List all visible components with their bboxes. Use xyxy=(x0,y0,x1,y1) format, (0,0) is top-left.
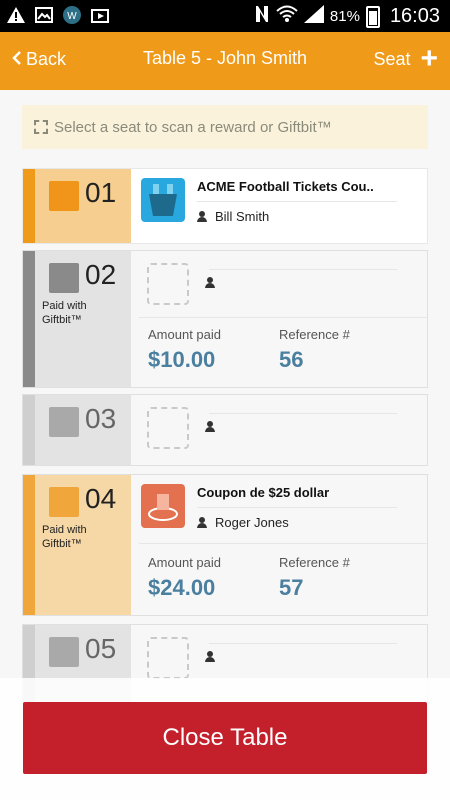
person-icon xyxy=(197,211,207,222)
paid-with-giftbit: Paid with Giftbit™ xyxy=(42,300,87,326)
amount-paid-label: Amount paid xyxy=(148,555,221,570)
scan-icon xyxy=(34,120,48,134)
user-name: Roger Jones xyxy=(215,515,289,530)
status-bar: W 81% 16:03 xyxy=(0,0,450,32)
wifi-icon xyxy=(276,5,298,28)
person-icon xyxy=(197,517,207,528)
seat-status-square xyxy=(49,407,79,437)
app-header: Back Table 5 - John Smith Seat + xyxy=(0,32,450,90)
seat-user xyxy=(205,421,215,432)
add-seat-button[interactable]: Seat + xyxy=(373,44,438,74)
person-icon xyxy=(205,277,215,288)
svg-text:W: W xyxy=(67,11,77,22)
amount-paid-label: Amount paid xyxy=(148,327,221,342)
reference-value: 57 xyxy=(279,575,304,600)
reward-name: ACME Football Tickets Cou.. xyxy=(197,179,374,194)
reference-label: Reference # xyxy=(279,555,350,570)
footer-bar: Close Table xyxy=(0,678,450,800)
seat-user xyxy=(205,651,215,662)
seat-row-01[interactable]: 01 ACME Football Tickets Cou.. Bill Smit… xyxy=(22,168,428,244)
empty-reward-slot xyxy=(147,637,189,679)
person-icon xyxy=(205,651,215,662)
amount-paid-value: $24.00 xyxy=(148,575,216,600)
scan-hint: Select a seat to scan a reward or Giftbi… xyxy=(22,105,428,149)
seat-number: 04 xyxy=(85,483,117,514)
empty-reward-slot xyxy=(147,263,189,305)
seat-user xyxy=(205,277,215,288)
amount-paid-value: $10.00 xyxy=(148,347,216,372)
seat-status-square xyxy=(49,263,79,293)
empty-reward-slot xyxy=(147,407,189,449)
reference-label: Reference # xyxy=(279,327,350,342)
seat-status-square xyxy=(49,637,79,667)
seat-row-04[interactable]: 04 Paid with Giftbit™ Coupon de $25 doll… xyxy=(22,474,428,616)
seat-row-02[interactable]: 02 Paid with Giftbit™ Amount paid $10.00… xyxy=(22,250,428,388)
seat-number: 05 xyxy=(85,633,117,664)
user-name: Bill Smith xyxy=(215,209,270,224)
coupon-reward-icon xyxy=(141,484,185,528)
reference-value: 56 xyxy=(279,347,304,372)
signal-icon xyxy=(303,5,324,28)
seat-status-square xyxy=(49,181,79,211)
reward-name: Coupon de $25 dollar xyxy=(197,485,330,500)
close-table-button[interactable]: Close Table xyxy=(23,702,427,774)
clock: 16:03 xyxy=(389,5,440,27)
image-icon xyxy=(34,5,54,25)
plus-icon: + xyxy=(420,42,438,75)
scan-hint-text: Select a seat to scan a reward or Giftbi… xyxy=(54,118,332,136)
person-icon xyxy=(205,421,215,432)
seat-label: Seat xyxy=(373,48,411,69)
seat-status-square xyxy=(49,487,79,517)
battery-percent: 81% xyxy=(329,8,360,25)
nfc-icon xyxy=(254,4,270,29)
seat-number: 03 xyxy=(85,403,117,434)
w-app-icon: W xyxy=(62,5,82,25)
play-store-icon xyxy=(90,5,110,25)
seat-number: 02 xyxy=(85,259,117,290)
seat-user: Bill Smith xyxy=(197,209,269,224)
football-reward-icon xyxy=(141,178,185,222)
seat-user: Roger Jones xyxy=(197,515,289,530)
seat-number: 01 xyxy=(85,177,117,208)
paid-with-giftbit: Paid with Giftbit™ xyxy=(42,524,87,550)
seat-row-03[interactable]: 03 xyxy=(22,394,428,466)
warning-icon xyxy=(6,5,26,25)
battery-icon xyxy=(365,5,380,28)
